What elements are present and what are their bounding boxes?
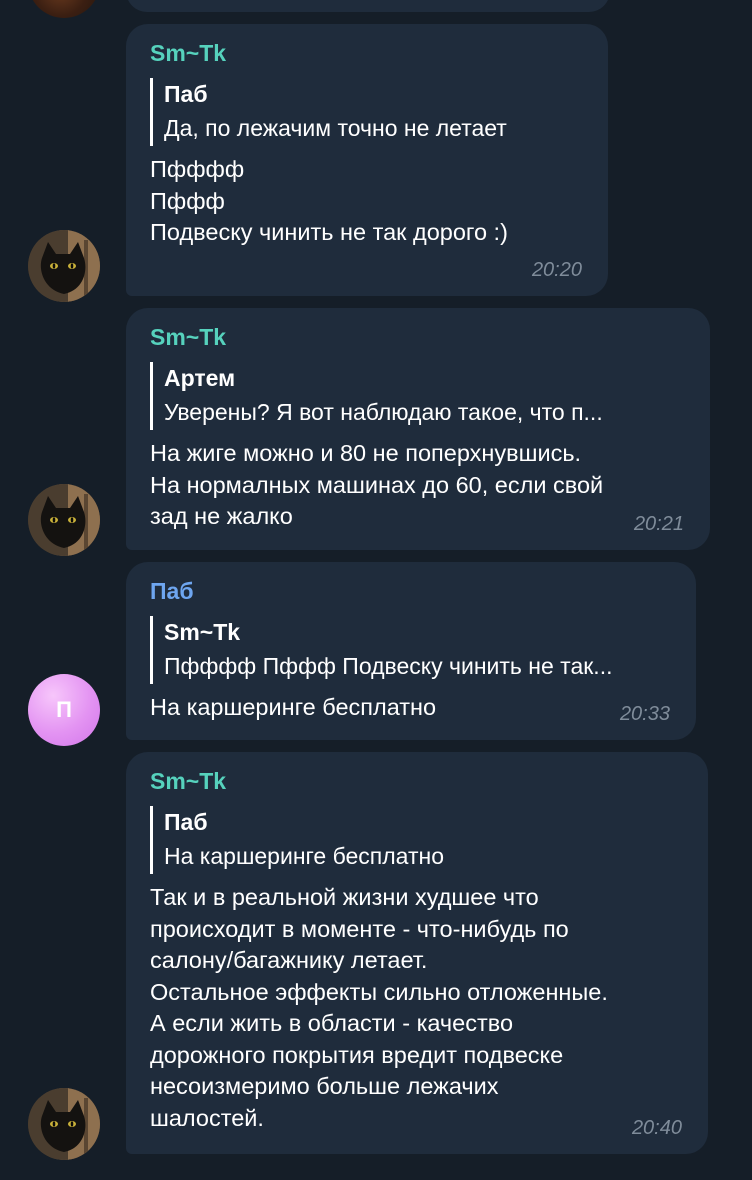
message-text: На каршеринге бесплатно (150, 694, 437, 720)
reply-text: Пфффф Пффф Подвеску чинить не так... (164, 653, 613, 679)
reply-author: Паб (164, 81, 208, 107)
cat-avatar[interactable] (28, 1088, 100, 1160)
message-sender[interactable]: Sm~Tk (150, 322, 686, 352)
message-sender[interactable]: Паб (150, 576, 672, 606)
cat-avatar[interactable] (28, 230, 100, 302)
message-text: На жиге можно и 80 не поперхнувшись. На … (150, 440, 604, 529)
message-bubble[interactable]: Sm~Tk Паб На каршеринге бесплатно Так и … (126, 752, 708, 1154)
reply-quote[interactable]: Паб На каршеринге бесплатно (150, 806, 684, 874)
message-sender[interactable]: Sm~Tk (150, 38, 584, 68)
reply-quote[interactable]: Артем Уверены? Я вот наблюдаю такое, что… (150, 362, 686, 430)
message-time: 20:21 (633, 513, 684, 535)
cat-avatar[interactable] (28, 484, 100, 556)
message-time: 20:33 (619, 703, 670, 725)
reply-quote[interactable]: Sm~Tk Пфффф Пффф Подвеску чинить не так.… (150, 616, 672, 684)
message-time: 20:40 (631, 1117, 682, 1139)
message-text: Так и в реальной жизни худшее что происх… (150, 884, 608, 1131)
previous-message-avatar[interactable] (28, 0, 100, 18)
reply-author: Паб (164, 809, 208, 835)
reply-author: Артем (164, 365, 236, 391)
reply-text: На каршеринге бесплатно (164, 843, 444, 869)
message-bubble[interactable]: Паб Sm~Tk Пфффф Пффф Подвеску чинить не … (126, 562, 696, 740)
reply-author: Sm~Tk (164, 619, 241, 645)
letter-avatar[interactable]: П (28, 674, 100, 746)
reply-quote[interactable]: Паб Да, по лежачим точно не летает (150, 78, 584, 146)
previous-message-bubble[interactable] (126, 0, 610, 12)
message-bubble[interactable]: Sm~Tk Паб Да, по лежачим точно не летает… (126, 24, 608, 296)
reply-text: Уверены? Я вот наблюдаю такое, что п... (164, 399, 603, 425)
message-sender[interactable]: Sm~Tk (150, 766, 684, 796)
message-bubble[interactable]: Sm~Tk Артем Уверены? Я вот наблюдаю тако… (126, 308, 710, 550)
avatar-letter: П (56, 697, 72, 722)
message-time: 20:20 (531, 259, 582, 281)
reply-text: Да, по лежачим точно не летает (164, 115, 507, 141)
message-text: Пфффф Пффф Подвеску чинить не так дорого… (150, 156, 508, 245)
